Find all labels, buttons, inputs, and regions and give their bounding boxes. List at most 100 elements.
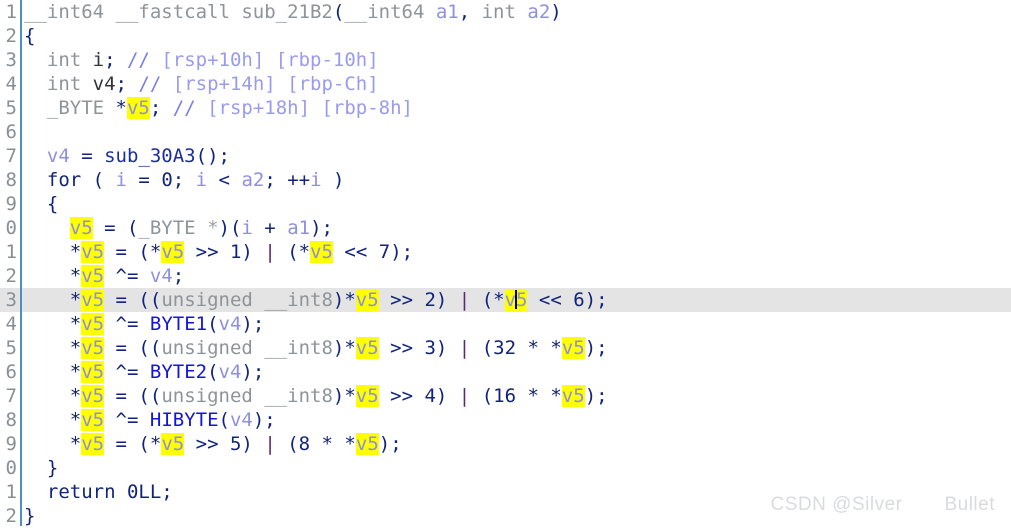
token-punc: ); [584,385,608,407]
token-var-v5[interactable]: v5 [81,361,105,383]
token-or: | [458,385,471,407]
token-function-name[interactable]: sub_21B2 [241,1,333,23]
token-number: 7 [378,241,391,263]
token-punc: * [115,97,127,119]
token-var-v5[interactable]: v5 [355,337,379,359]
token-var[interactable]: v4 [230,409,253,431]
token-or: | [264,241,276,263]
code-line-8[interactable]: for ( i = 0; i < a2; ++i ) [24,168,1011,192]
token-var-v5[interactable]: v5 [81,265,105,287]
token-number: 32 [493,337,517,359]
token-var[interactable]: i [241,217,252,239]
token-call[interactable]: sub_30A3 [104,145,196,167]
token-punc: < [207,169,242,191]
token-var-v5[interactable]: v5 [355,433,379,455]
token-punc: ; [149,97,173,119]
token-comment: [rsp+18h] [rbp-8h] [207,97,413,119]
token-punc: ; [172,169,196,191]
token-param[interactable]: a2 [527,1,550,23]
line-number: 2 [5,25,17,47]
token-var-v5[interactable]: v5 [561,337,585,359]
code-line-5[interactable]: _BYTE *v5; // [rsp+18h] [rbp-8h] [24,96,1011,120]
token-var[interactable]: i [310,169,321,191]
token-or: | [458,289,471,311]
token-punc: , [458,1,482,23]
code-line-17[interactable]: *v5 = ((unsigned __int8)*v5 >> 4) | (16 … [24,384,1011,408]
code-line-4[interactable]: int v4; // [rsp+14h] [rbp-Ch] [24,72,1011,96]
token-var-v5[interactable]: v5 [355,385,379,407]
token-var-v5[interactable]: v5 [81,289,105,311]
token-macro-byte2[interactable]: BYTE2 [150,361,207,383]
code-line-15[interactable]: *v5 = ((unsigned __int8)*v5 >> 3) | (32 … [24,336,1011,360]
code-line-9[interactable]: { [24,192,1011,216]
token-macro-byte1[interactable]: BYTE1 [150,313,207,335]
token-var-v5[interactable]: v5 [81,241,105,263]
code-line-1[interactable]: __int64 __fastcall sub_21B2(__int64 a1, … [24,0,1011,24]
code-area[interactable]: __int64 __fastcall sub_21B2(__int64 a1, … [0,0,1011,527]
token-var[interactable]: v4 [219,361,242,383]
token-punc: ^= [104,361,150,383]
code-line-12[interactable]: *v5 ^= v4; [24,264,1011,288]
line-number: 1 [5,1,17,23]
line-number: 8 [5,169,17,191]
token-punc: ; ++ [264,169,311,191]
code-line-7[interactable]: v4 = sub_30A3(); [24,144,1011,168]
token-punc: ); [584,337,608,359]
token-punc: = (( [104,289,162,311]
token-var-v5[interactable]: v5 [81,433,105,455]
token-var-v5[interactable]: v5 [355,289,379,311]
code-line-6[interactable] [24,120,1011,144]
token-var-v5-cursor[interactable]: v5 [504,289,528,311]
code-line-10[interactable]: v5 = (_BYTE *)(i + a1); [24,216,1011,240]
token-punc: ; [115,73,139,95]
code-line-14[interactable]: *v5 ^= BYTE1(v4); [24,312,1011,336]
code-line-11[interactable]: *v5 = (*v5 >> 1) | (*v5 << 7); [24,240,1011,264]
token-punc: ( [207,313,219,335]
code-line-13-current[interactable]: *v5 = ((unsigned __int8)*v5 >> 2) | (*v5… [0,288,1011,312]
token-type: __int64 __fastcall [24,1,242,23]
token-macro-hibyte[interactable]: HIBYTE [150,409,219,431]
token-var[interactable]: i [196,169,207,191]
token-var[interactable]: v4 [219,313,242,335]
token-var[interactable]: i [93,49,104,71]
line-number: 4 [5,313,17,335]
token-var-v5[interactable]: v5 [69,217,93,239]
line-number: 1 [5,241,17,263]
token-punc: * * [310,433,356,455]
token-var[interactable]: a2 [241,169,264,191]
code-line-19[interactable]: *v5 = (*v5 >> 5) | (8 * *v5); [24,432,1011,456]
token-var-v5[interactable]: v5 [81,313,105,335]
token-punc: ( [275,433,299,455]
token-punc: ) [435,337,459,359]
token-var[interactable]: v4 [150,265,173,287]
token-type: _BYTE [24,97,116,119]
token-var-v5[interactable]: v5 [126,97,150,119]
token-var-v5[interactable]: v5 [161,241,185,263]
watermark-user: Bullet [944,494,995,515]
token-var[interactable]: a1 [287,217,310,239]
token-param[interactable]: a1 [436,1,459,23]
line-number: 5 [5,337,17,359]
token-var[interactable]: v4 [47,145,70,167]
code-line-3[interactable]: int i; // [rsp+10h] [rbp-10h] [24,48,1011,72]
code-line-18[interactable]: *v5 ^= HIBYTE(v4); [24,408,1011,432]
token-var[interactable]: i [116,169,127,191]
token-type: unsigned __int8 [161,385,333,407]
code-line-2[interactable]: { [24,24,1011,48]
token-punc: * * [516,385,562,407]
token-var-v5[interactable]: v5 [561,385,585,407]
token-var[interactable]: v4 [93,73,116,95]
code-line-20[interactable]: } [24,456,1011,480]
token-var-v5[interactable]: v5 [161,433,185,455]
token-var-v5[interactable]: v5 [81,337,105,359]
code-line-16[interactable]: *v5 ^= BYTE2(v4); [24,360,1011,384]
token-var-v5[interactable]: v5 [310,241,333,263]
token-var-v5[interactable]: v5 [81,385,105,407]
token-punc: * [69,313,82,335]
token-var-v5[interactable]: v5 [81,409,105,431]
token-number: 5 [229,433,242,455]
token-punc: * [69,361,82,383]
